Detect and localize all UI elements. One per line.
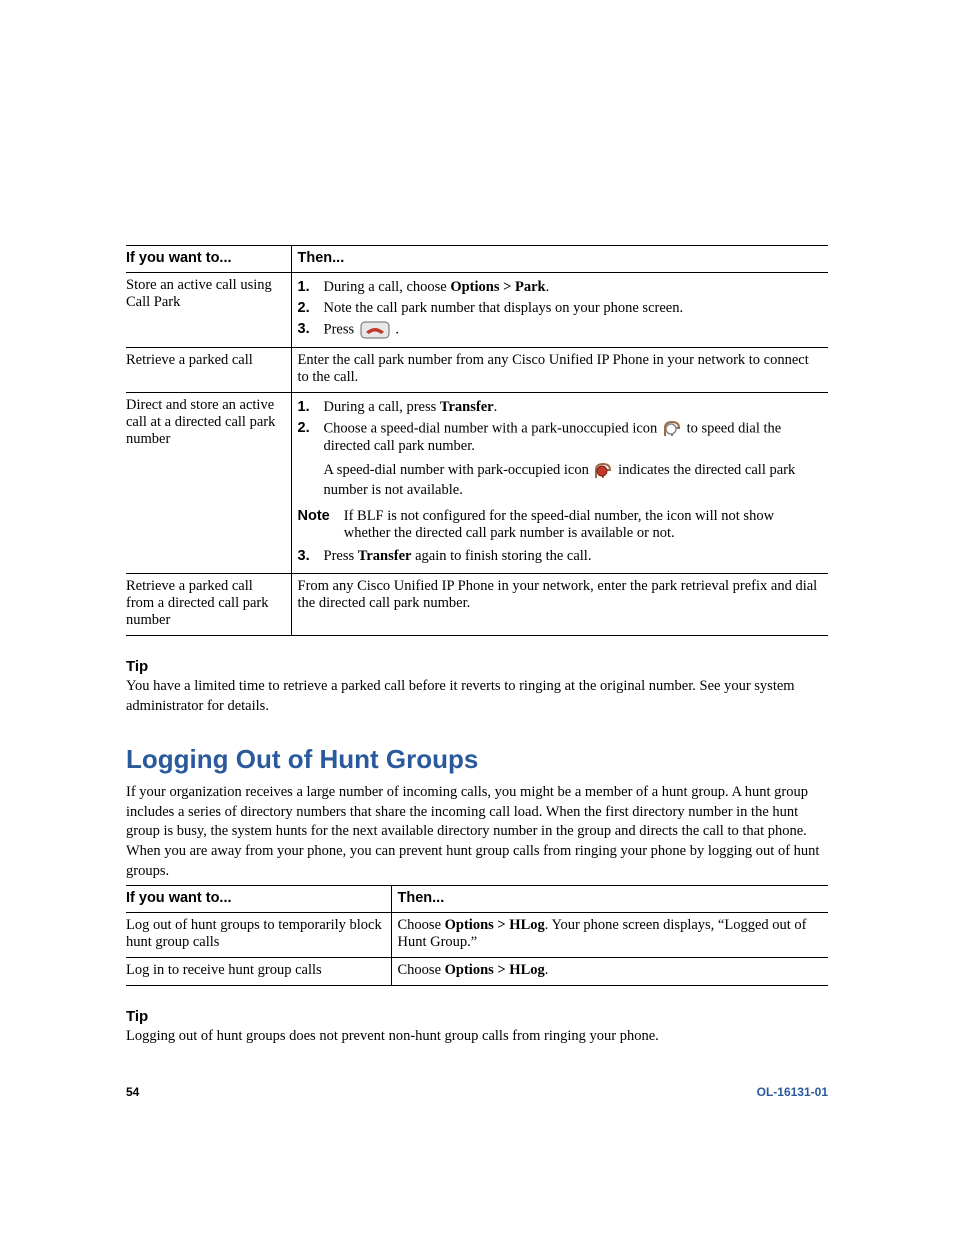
row-label: Log out of hunt groups to temporarily bl… — [126, 913, 391, 958]
table-row: Retrieve a parked call from a directed c… — [126, 574, 828, 636]
row-label: Retrieve a parked call — [126, 348, 291, 393]
step-text: Press Transfer again to finish storing t… — [324, 548, 592, 565]
step-number: 2. — [298, 420, 314, 455]
page-footer: 54 OL-16131-01 — [126, 1085, 828, 1099]
row-content: 1. During a call, choose Options > Park.… — [291, 273, 828, 348]
step-number: 2. — [298, 300, 314, 317]
section-heading: Logging Out of Hunt Groups — [126, 744, 828, 775]
table-row: Log out of hunt groups to temporarily bl… — [126, 913, 828, 958]
table-row: Log in to receive hunt group calls Choos… — [126, 958, 828, 986]
table-header-row: If you want to... Then... — [126, 886, 828, 913]
note-text: If BLF is not configured for the speed-d… — [344, 508, 822, 542]
step-text: During a call, choose Options > Park. — [324, 279, 550, 296]
row-content: Choose Options > HLog. Your phone screen… — [391, 913, 828, 958]
col-header: If you want to... — [126, 246, 291, 273]
col-header: Then... — [291, 246, 828, 273]
hunt-group-table: If you want to... Then... Log out of hun… — [126, 885, 828, 986]
table-header-row: If you want to... Then... — [126, 246, 828, 273]
table-row: Retrieve a parked call Enter the call pa… — [126, 348, 828, 393]
step-number: 1. — [298, 279, 314, 296]
step-number: 1. — [298, 399, 314, 416]
tip-text: Logging out of hunt groups does not prev… — [126, 1027, 828, 1047]
row-label: Direct and store an active call at a dir… — [126, 393, 291, 574]
row-content: Choose Options > HLog. — [391, 958, 828, 986]
step-text: Choose a speed-dial number with a park-u… — [324, 420, 823, 455]
note-block: Note If BLF is not configured for the sp… — [298, 504, 823, 546]
park-unoccupied-icon — [663, 420, 681, 438]
row-content: 1. During a call, press Transfer. 2. Cho… — [291, 393, 828, 574]
row-content: Enter the call park number from any Cisc… — [291, 348, 828, 393]
step-text: Press . — [324, 321, 400, 339]
row-content: From any Cisco Unified IP Phone in your … — [291, 574, 828, 636]
step-number: 3. — [298, 548, 314, 565]
tip-text: You have a limited time to retrieve a pa… — [126, 677, 828, 716]
park-occupied-icon — [594, 462, 612, 480]
tip-label: Tip — [126, 1008, 828, 1025]
table-row: Direct and store an active call at a dir… — [126, 393, 828, 574]
row-label: Store an active call using Call Park — [126, 273, 291, 348]
step-number: 3. — [298, 321, 314, 339]
col-header: Then... — [391, 886, 828, 913]
table-row: Store an active call using Call Park 1. … — [126, 273, 828, 348]
end-call-icon — [360, 321, 390, 339]
row-label: Retrieve a parked call from a directed c… — [126, 574, 291, 636]
note-label: Note — [298, 508, 330, 542]
tip-label: Tip — [126, 658, 828, 675]
section-intro: If your organization receives a large nu… — [126, 783, 828, 881]
step-text: Note the call park number that displays … — [324, 300, 684, 317]
col-header: If you want to... — [126, 886, 391, 913]
step-text: During a call, press Transfer. — [324, 399, 498, 416]
page-number: 54 — [126, 1085, 139, 1099]
row-label: Log in to receive hunt group calls — [126, 958, 391, 986]
call-park-table: If you want to... Then... Store an activ… — [126, 245, 828, 636]
doc-number: OL-16131-01 — [757, 1085, 828, 1099]
page-content: If you want to... Then... Store an activ… — [0, 0, 954, 1159]
sub-note: A speed-dial number with park-occupied i… — [298, 457, 823, 504]
